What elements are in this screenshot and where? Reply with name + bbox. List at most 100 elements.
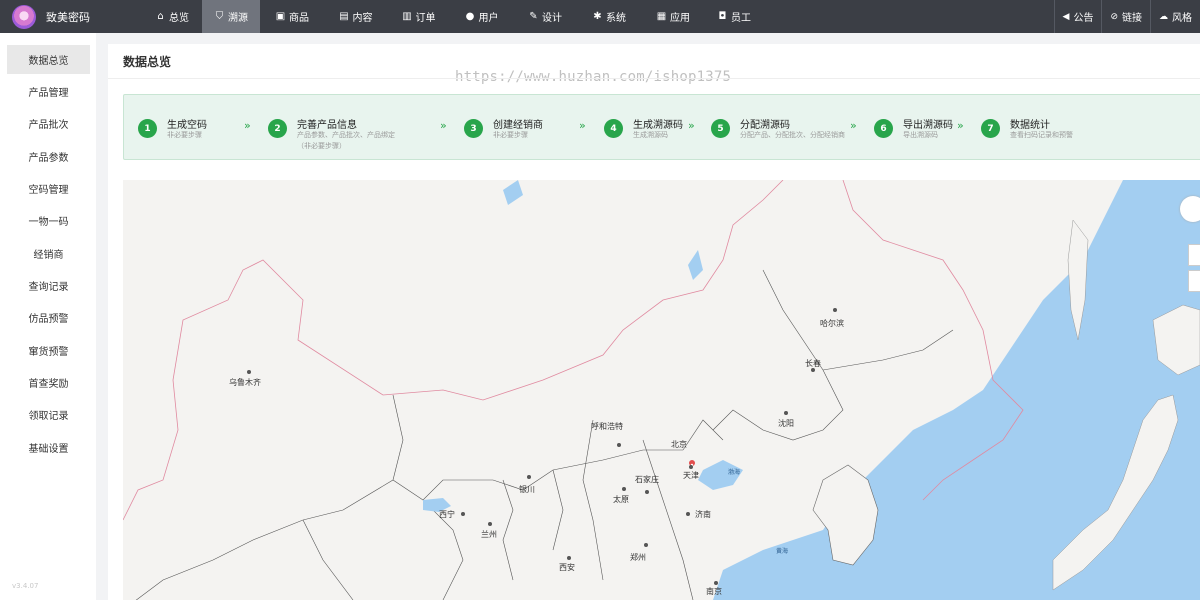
nav-item-apps[interactable]: ▦ 应用	[641, 0, 705, 33]
cloud-icon: ☁	[1159, 11, 1168, 22]
document-icon: ▤	[339, 11, 349, 22]
step-arrow: »	[957, 119, 964, 132]
step-title: 分配溯源码	[740, 120, 790, 131]
nav-item-users[interactable]: ● 用户	[450, 0, 513, 33]
steps-panel: 1 生成空码 非必要步骤 » 2 完善产品信息 产品参数、产品批次、产品绑定（非…	[123, 94, 1200, 160]
city-lanzhou: 兰州	[481, 529, 497, 539]
header-tools: ◀ 公告 ⊘ 链接 ☁ 风格	[1053, 0, 1200, 33]
step-arrow: »	[850, 119, 857, 132]
divider	[108, 78, 1200, 79]
main-panel: 数据总览 https://www.huzhan.com/ishop1375 1 …	[108, 44, 1200, 600]
map-canvas: 乌鲁木齐 哈尔滨 长春 沈阳 呼和浩特 北京 天津 石家庄 太原 银川 西宁 兰…	[123, 180, 1200, 600]
step-number: 4	[604, 119, 623, 138]
step-desc: 非必要步骤	[167, 131, 202, 139]
brush-icon: ✎	[529, 11, 538, 22]
nav-item-overview[interactable]: ⌂ 总览	[142, 0, 202, 33]
grid-icon: ▦	[656, 11, 667, 22]
speaker-icon: ◀	[1062, 11, 1070, 22]
city-yinchuan: 银川	[519, 484, 535, 494]
link-button[interactable]: ⊘ 链接	[1101, 0, 1150, 33]
step-desc: 查看扫码记录和预警	[1010, 131, 1073, 139]
step-7: 7 数据统计 查看扫码记录和预警	[981, 95, 1111, 161]
step-desc: 分配产品、分配批次、分配经销商	[740, 131, 845, 139]
city-jinan: 济南	[695, 509, 711, 519]
gear-icon: ✱	[593, 11, 602, 22]
step-arrow: »	[244, 119, 251, 132]
brand[interactable]: 致美密码	[12, 4, 90, 29]
sidebar-item-products[interactable]: 产品管理	[7, 77, 90, 106]
step-desc: 非必要步骤	[493, 131, 528, 139]
sidebar-item-params[interactable]: 产品参数	[7, 142, 90, 171]
sea-bohai: 渤海	[728, 468, 740, 476]
lock-icon: ◘	[718, 11, 727, 22]
sidebar-item-settings[interactable]: 基础设置	[7, 433, 90, 462]
city-beijing: 北京	[671, 439, 687, 449]
nav-item-orders[interactable]: ▥ 订单	[387, 0, 450, 33]
sidebar-item-batches[interactable]: 产品批次	[7, 109, 90, 138]
zoom-in-button[interactable]	[1188, 244, 1200, 266]
top-navbar: 致美密码 ⌂ 总览 ⛉ 溯源 ▣ 商品 ▤ 内容 ▥ 订单 ● 用户 ✎ 设计 ✱ 系统 ▦ 应用…	[0, 0, 1200, 33]
main-nav: ⌂ 总览 ⛉ 溯源 ▣ 商品 ▤ 内容 ▥ 订单 ● 用户 ✎ 设计 ✱ 系统 ▦ 应用 ◘ 员工	[142, 0, 763, 33]
city-changchun: 长春	[805, 358, 821, 368]
sidebar-item-diversion-alert[interactable]: 窜货预警	[7, 336, 90, 365]
sidebar-item-claim-log[interactable]: 领取记录	[7, 400, 90, 429]
nav-item-goods[interactable]: ▣ 商品	[260, 0, 324, 33]
step-title: 数据统计	[1010, 120, 1050, 131]
city-shijiazhuang: 石家庄	[635, 474, 659, 484]
nav-item-staff[interactable]: ◘ 员工	[705, 0, 763, 33]
sidebar-item-dealers[interactable]: 经销商	[7, 239, 90, 268]
step-number: 2	[268, 119, 287, 138]
sidebar: 数据总览 产品管理 产品批次 产品参数 空码管理 一物一码 经销商 查询记录 仿…	[0, 33, 96, 600]
city-xian: 西安	[559, 562, 575, 572]
sidebar-item-overview[interactable]: 数据总览	[7, 45, 90, 74]
city-xining: 西宁	[439, 509, 455, 519]
step-title: 完善产品信息	[297, 120, 357, 131]
bag-icon: ▣	[275, 11, 286, 22]
sidebar-item-query-log[interactable]: 查询记录	[7, 271, 90, 300]
lake	[688, 250, 703, 280]
page-title: 数据总览	[123, 55, 172, 69]
announcement-button[interactable]: ◀ 公告	[1053, 0, 1102, 33]
step-number: 5	[711, 119, 730, 138]
china-map[interactable]: 乌鲁木齐 哈尔滨 长春 沈阳 呼和浩特 北京 天津 石家庄 太原 银川 西宁 兰…	[123, 180, 1200, 600]
city-tianjin: 天津	[683, 470, 699, 480]
step-number: 1	[138, 119, 157, 138]
sidebar-item-one-code[interactable]: 一物一码	[7, 206, 90, 235]
city-shenyang: 沈阳	[778, 418, 794, 428]
sidebar-item-fake-alert[interactable]: 仿品预警	[7, 303, 90, 332]
step-title: 生成空码	[167, 120, 207, 131]
city-markers	[247, 308, 837, 585]
compass-button[interactable]	[1180, 196, 1200, 222]
style-button[interactable]: ☁ 风格	[1150, 0, 1200, 33]
nav-item-content[interactable]: ▤ 内容	[324, 0, 387, 33]
step-1: 1 生成空码 非必要步骤	[138, 95, 258, 161]
step-arrow: »	[440, 119, 447, 132]
sidebar-item-first-reward[interactable]: 首查奖励	[7, 368, 90, 397]
user-icon: ●	[465, 11, 475, 22]
nav-item-trace[interactable]: ⛉ 溯源	[202, 0, 260, 33]
sidebar-item-empty-codes[interactable]: 空码管理	[7, 174, 90, 203]
city-hohhot: 呼和浩特	[591, 421, 623, 431]
step-6: 6 导出溯源码 导出溯源码	[874, 95, 964, 161]
sea-area	[713, 180, 1200, 600]
version-label: v3.4.07	[12, 582, 39, 590]
city-zhengzhou: 郑州	[630, 552, 646, 562]
nav-item-design[interactable]: ✎ 设计	[513, 0, 577, 33]
nav-item-system[interactable]: ✱ 系统	[577, 0, 641, 33]
city-nanjing: 南京	[706, 586, 722, 596]
step-desc: 产品参数、产品批次、产品绑定（非必要步骤）	[297, 131, 395, 150]
zoom-out-button[interactable]	[1188, 270, 1200, 292]
city-urumqi: 乌鲁木齐	[229, 377, 261, 387]
shield-icon: ⛉	[215, 11, 224, 22]
link-icon: ⊘	[1110, 11, 1118, 22]
step-5: 5 分配溯源码 分配产品、分配批次、分配经销商	[711, 95, 851, 161]
city-taiyuan: 太原	[613, 494, 629, 504]
step-number: 3	[464, 119, 483, 138]
step-2: 2 完善产品信息 产品参数、产品批次、产品绑定（非必要步骤）	[268, 95, 428, 161]
step-title: 导出溯源码	[903, 120, 953, 131]
city-harbin: 哈尔滨	[820, 318, 844, 328]
sea-yellow: 黄海	[776, 547, 788, 555]
step-title: 生成溯源码	[633, 120, 683, 131]
step-number: 7	[981, 119, 1000, 138]
step-3: 3 创建经销商 非必要步骤	[464, 95, 574, 161]
